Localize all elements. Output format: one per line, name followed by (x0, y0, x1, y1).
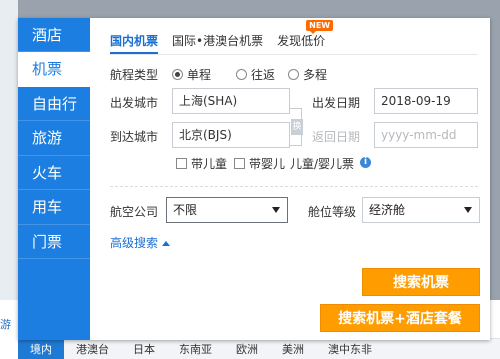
airline-select[interactable]: 不限 (166, 197, 288, 223)
region-tab[interactable]: 美洲 (270, 339, 316, 359)
advanced-search-label: 高级搜索 (110, 236, 159, 250)
region-tab[interactable]: 境内 (18, 338, 64, 359)
tabs-underline-rule (110, 54, 478, 55)
return-date-input[interactable]: yyyy-mm-dd (374, 122, 478, 148)
region-tab[interactable]: 日本 (121, 339, 167, 359)
region-tab[interactable]: 澳中东非 (316, 339, 384, 359)
cabin-class-select[interactable]: 经济舱 (362, 197, 480, 223)
region-tab[interactable]: 欧洲 (224, 339, 270, 359)
departure-city-label: 出发城市 (110, 96, 159, 110)
new-badge: NEW (306, 20, 334, 34)
checkbox-with-infant[interactable]: 带婴儿 (234, 155, 285, 172)
sidebar-item-tours[interactable]: 旅游 (18, 121, 90, 156)
tab-low-fares-label: 发现低价 (277, 34, 326, 48)
region-tab[interactable]: 港澳台 (64, 339, 121, 359)
tab-international-flights[interactable]: 国际•港澳台机票 (172, 32, 263, 54)
checkbox-with-child-box (176, 158, 187, 169)
return-date-label: 返回日期 (312, 130, 361, 144)
flight-search-panel: 国内机票 国际•港澳台机票 发现低价 NEW 航程类型 单程 往返 多程 出发城… (90, 18, 490, 340)
search-flights-button[interactable]: 搜索机票 (362, 268, 480, 296)
backdrop-left-text: 游 (0, 318, 11, 331)
airline-label: 航空公司 (110, 205, 159, 219)
radio-round-trip-label: 往返 (251, 68, 276, 82)
section-divider (110, 186, 478, 187)
cabin-class-select-value: 经济舱 (369, 203, 406, 217)
checkbox-with-infant-box (234, 158, 245, 169)
airline-select-value: 不限 (173, 203, 198, 217)
checkbox-with-child-label: 带儿童 (191, 157, 228, 171)
category-sidebar: 酒店 机票 自由行 旅游 火车 用车 门票 (18, 18, 90, 340)
departure-date-label: 出发日期 (312, 96, 361, 110)
radio-multi-city-label: 多程 (303, 68, 328, 82)
sidebar-item-car-rental[interactable]: 用车 (18, 190, 90, 225)
chevron-down-icon (464, 207, 472, 213)
radio-one-way-label: 单程 (187, 68, 212, 82)
tab-low-fares[interactable]: 发现低价 NEW (277, 20, 334, 54)
region-tab[interactable]: 东南亚 (167, 339, 224, 359)
trip-type-label: 航程类型 (110, 68, 159, 82)
sidebar-item-independent-travel[interactable]: 自由行 (18, 87, 90, 121)
travel-search-widget: 酒店 机票 自由行 旅游 火车 用车 门票 国内机票 国际•港澳台机票 发现低价… (18, 18, 490, 340)
radio-one-way[interactable]: 单程 (172, 66, 211, 83)
radio-round-trip-dot (236, 69, 247, 80)
sidebar-item-hotel[interactable]: 酒店 (18, 18, 90, 52)
departure-city-input[interactable]: 上海(SHA) (172, 88, 290, 114)
info-icon[interactable]: i (360, 157, 371, 168)
sidebar-item-trains[interactable]: 火车 (18, 156, 90, 190)
tab-domestic-flights[interactable]: 国内机票 (110, 32, 159, 54)
departure-date-input[interactable]: 2018-09-19 (374, 88, 478, 114)
child-infant-tickets-link[interactable]: 儿童/婴儿票 (290, 155, 354, 172)
search-flight-hotel-package-button[interactable]: 搜索机票+酒店套餐 (320, 304, 480, 332)
radio-round-trip[interactable]: 往返 (236, 66, 275, 83)
arrival-city-input[interactable]: 北京(BJS) (172, 122, 290, 148)
radio-multi-city[interactable]: 多程 (288, 66, 327, 83)
chevron-up-icon (162, 241, 171, 246)
chevron-down-icon (272, 207, 280, 213)
sidebar-item-tickets[interactable]: 门票 (18, 225, 90, 259)
sidebar-item-flights[interactable]: 机票 (18, 52, 90, 87)
arrival-city-label: 到达城市 (110, 130, 159, 144)
radio-multi-city-dot (288, 69, 299, 80)
swap-cities-button[interactable]: 换 (291, 119, 303, 135)
advanced-search-toggle[interactable]: 高级搜索 (110, 234, 171, 251)
flight-type-tabs: 国内机票 国际•港澳台机票 发现低价 NEW (110, 20, 334, 54)
backdrop-region-tabs: 境内 港澳台 日本 东南亚 欧洲 美洲 澳中东非 (18, 338, 500, 359)
checkbox-with-infant-label: 带婴儿 (249, 157, 286, 171)
checkbox-with-child[interactable]: 带儿童 (176, 155, 227, 172)
radio-one-way-dot (172, 69, 183, 80)
cabin-class-label: 舱位等级 (308, 205, 357, 219)
